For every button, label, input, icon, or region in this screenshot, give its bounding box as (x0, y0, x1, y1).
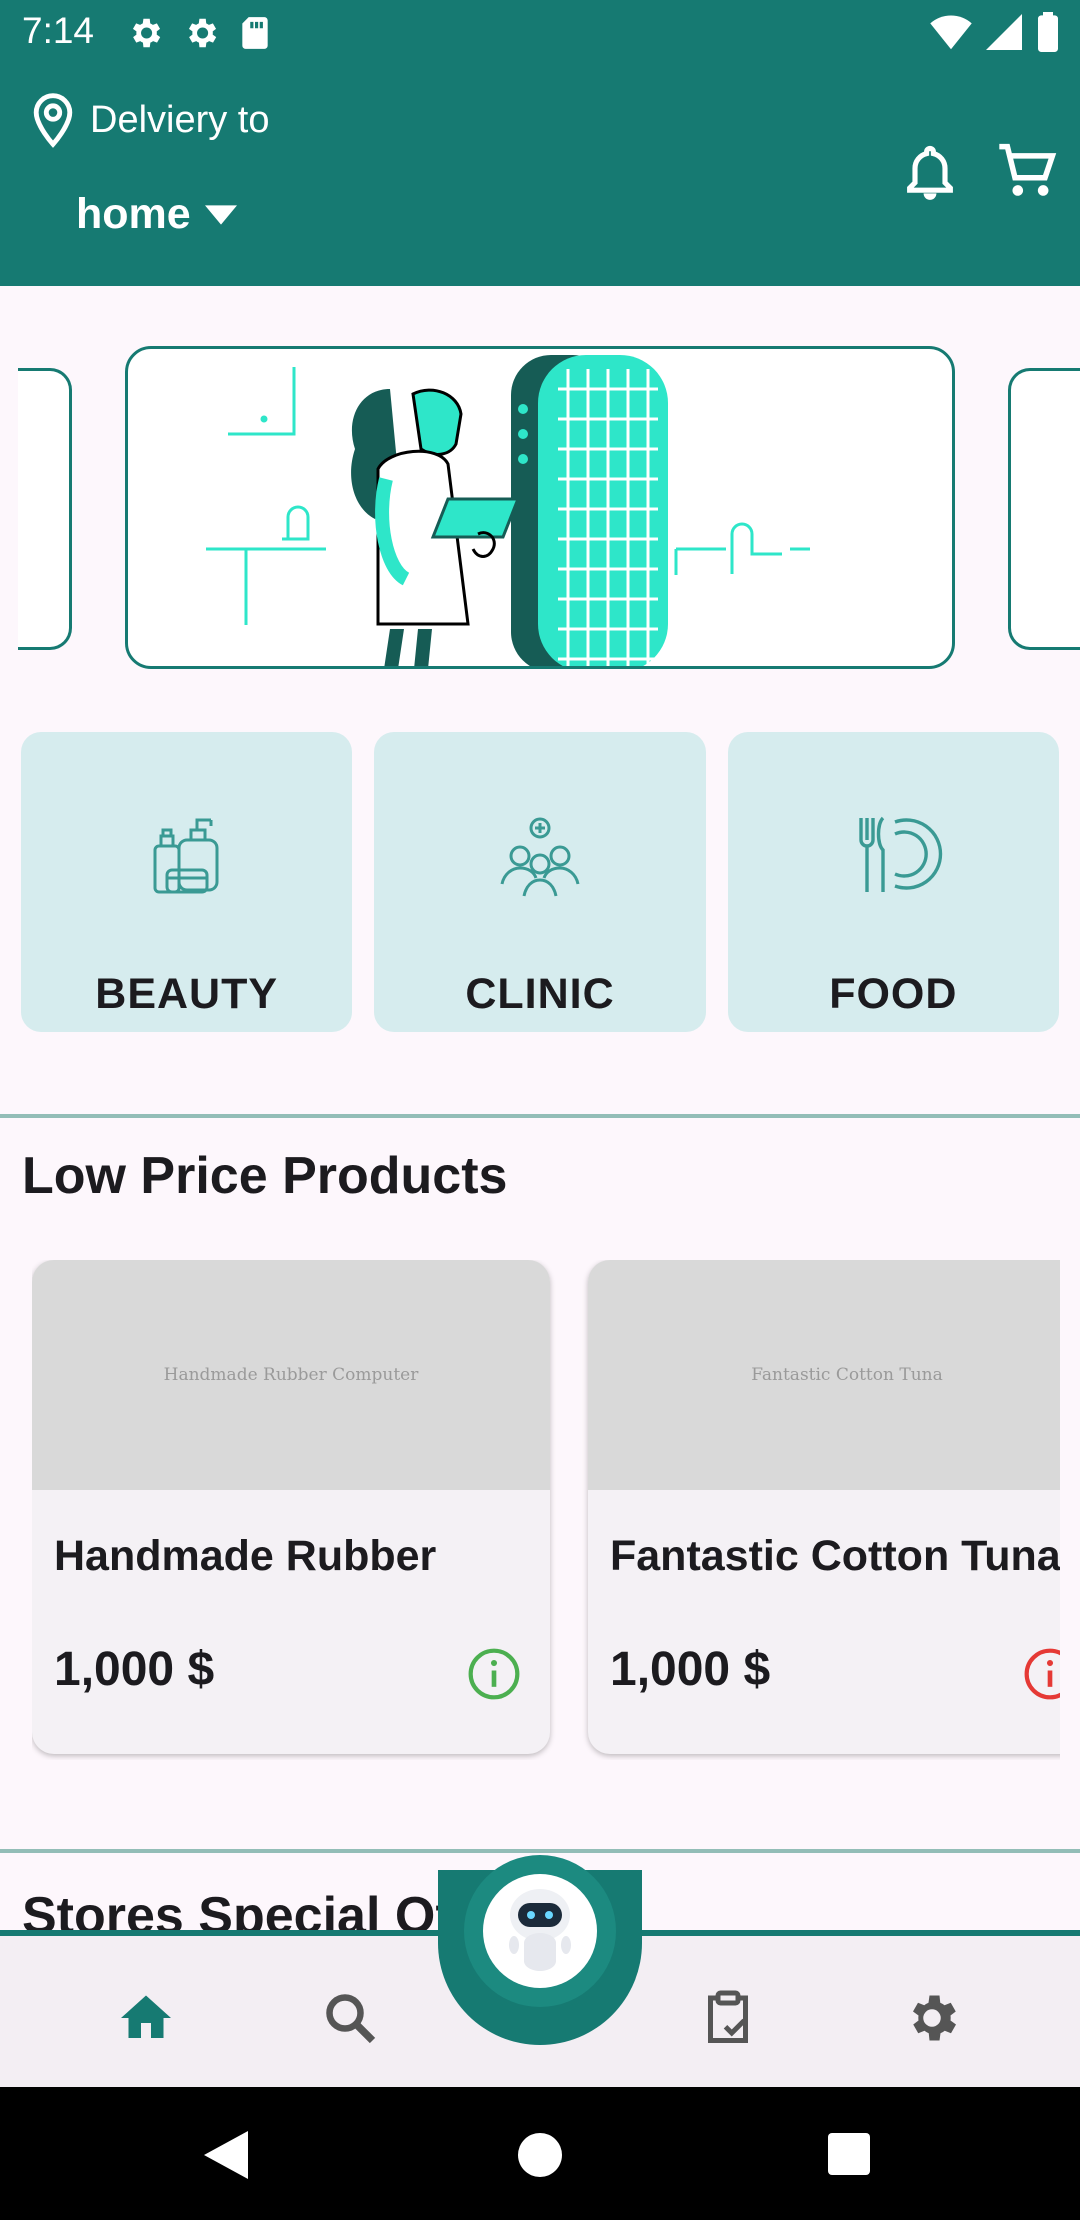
product-price: 1,000 $ (610, 1643, 771, 1696)
status-bar: 7:14 (0, 0, 1080, 66)
section-divider (0, 1114, 1080, 1118)
beauty-products-icon (153, 818, 219, 894)
recents-square-icon[interactable] (828, 2133, 870, 2175)
home-circle-icon[interactable] (518, 2133, 562, 2177)
location-value: home (76, 190, 191, 238)
battery-icon (1038, 12, 1058, 52)
app-screen: 7:14 Delviery to home BEAUTY CLINIC FOOD… (0, 0, 1080, 2220)
clinic-people-icon (500, 817, 580, 897)
bell-icon (907, 145, 953, 200)
robot-assistant-icon (509, 1889, 571, 1971)
banner-card-current[interactable] (125, 346, 955, 669)
category-clinic[interactable]: CLINIC (374, 732, 706, 1032)
fab-inner (483, 1874, 597, 1988)
category-list: BEAUTY CLINIC FOOD (21, 732, 1059, 1032)
category-label: BEAUTY (95, 970, 279, 1018)
product-image: Handmade Rubber Computer (32, 1260, 550, 1490)
location-dropdown[interactable]: home (76, 190, 237, 239)
back-icon[interactable] (204, 2131, 248, 2179)
delivery-label: Delviery to (90, 98, 270, 141)
banner-card-previous[interactable] (18, 368, 72, 650)
plate-cutlery-icon (859, 816, 943, 892)
chevron-down-icon (204, 204, 237, 225)
search-icon[interactable] (320, 1988, 380, 2048)
cart-icon (999, 143, 1057, 196)
category-beauty[interactable]: BEAUTY (21, 732, 353, 1032)
section-divider (0, 1849, 1080, 1853)
category-food[interactable]: FOOD (727, 732, 1059, 1032)
app-header: 7:14 Delviery to home (0, 0, 1080, 286)
info-icon[interactable] (466, 1646, 522, 1702)
gear-icon (132, 18, 161, 48)
product-card[interactable]: Handmade Rubber Computer Handmade Rubber… (32, 1260, 550, 1754)
banner-card-next[interactable] (1008, 368, 1080, 650)
product-card[interactable]: Fantastic Cotton Tuna Fantastic Cotton T… (588, 1260, 1060, 1754)
delivery-row[interactable]: Delviery to (30, 92, 270, 148)
product-image: Fantastic Cotton Tuna (588, 1260, 1060, 1490)
signal-icon (986, 14, 1022, 50)
product-image-placeholder-text: Handmade Rubber Computer (163, 1365, 419, 1385)
system-navigation-bar (0, 2087, 1080, 2220)
gear-icon (188, 18, 217, 48)
home-icon[interactable] (116, 1988, 176, 2048)
product-name: Fantastic Cotton Tuna (610, 1532, 1060, 1580)
settings-icon[interactable] (902, 1988, 962, 2048)
clinic-illustration (206, 355, 810, 666)
product-price: 1,000 $ (54, 1643, 215, 1696)
low-price-products-title: Low Price Products (22, 1147, 508, 1205)
notifications-button[interactable] (904, 142, 956, 202)
product-name: Handmade Rubber (54, 1532, 437, 1580)
status-time: 7:14 (22, 10, 95, 51)
sd-card-icon (242, 17, 268, 49)
cart-button[interactable] (996, 142, 1058, 202)
category-label: CLINIC (465, 970, 615, 1018)
category-label: FOOD (829, 970, 958, 1018)
product-image-placeholder-text: Fantastic Cotton Tuna (751, 1365, 943, 1385)
location-pin-icon (33, 93, 73, 148)
wifi-icon (930, 15, 972, 50)
assistant-fab-button[interactable] (464, 1855, 616, 2007)
banner-carousel[interactable] (0, 346, 1080, 671)
info-icon[interactable] (1022, 1646, 1060, 1702)
low-price-products-list[interactable]: Handmade Rubber Computer Handmade Rubber… (32, 1260, 1060, 1760)
orders-clipboard-icon[interactable] (698, 1988, 758, 2048)
